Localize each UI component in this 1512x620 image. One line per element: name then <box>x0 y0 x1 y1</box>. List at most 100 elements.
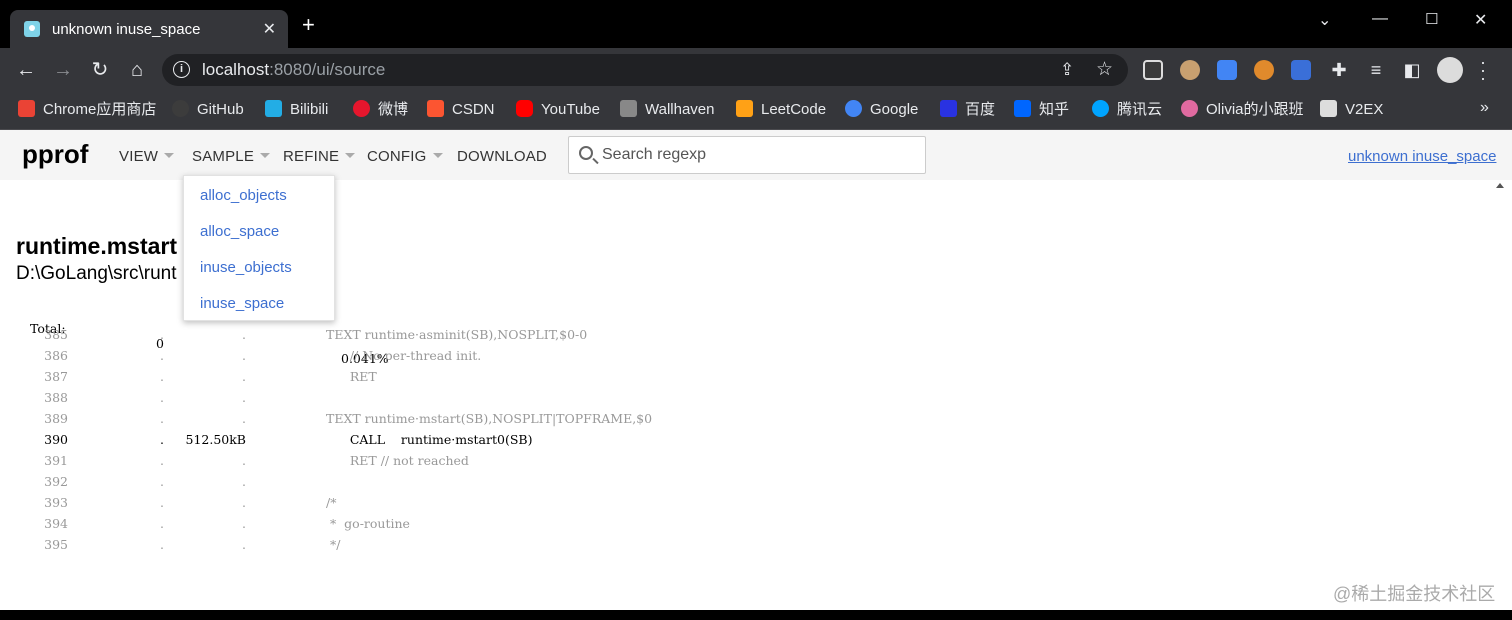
flat-value: . <box>160 516 164 531</box>
flat-value: . <box>160 495 164 510</box>
flat-value: . <box>160 390 164 405</box>
bookmark-label: 知乎 <box>1039 101 1070 118</box>
bookmark-zhihu[interactable]: 知乎 <box>1014 100 1069 120</box>
cum-value: . <box>242 537 246 552</box>
url-host: localhost <box>202 60 270 79</box>
profile-title-link[interactable]: unknown inuse_space <box>1348 148 1496 165</box>
extension-mask-icon[interactable] <box>1143 60 1163 80</box>
line-number: 394 <box>44 516 68 531</box>
watermark: @稀土掘金技术社区 <box>1333 584 1496 604</box>
close-tab-icon[interactable]: ✕ <box>263 19 276 39</box>
bookmark-baidu[interactable]: 百度 <box>940 100 995 120</box>
site-info-icon[interactable]: i <box>173 61 190 78</box>
share-icon[interactable]: ⇪ <box>1060 60 1074 80</box>
back-arrow-icon[interactable]: ← <box>14 59 38 81</box>
cum-value: . <box>242 516 246 531</box>
google-translate-icon[interactable] <box>1217 60 1237 80</box>
line-number: 385 <box>44 327 68 342</box>
tab-search-icon[interactable]: ⌄ <box>1318 10 1331 30</box>
pprof-logo[interactable]: pprof <box>22 139 88 170</box>
bookmark-csdn[interactable]: CSDN <box>427 100 495 120</box>
cum-value: . <box>242 474 246 489</box>
menu-sample[interactable]: SAMPLE <box>192 148 271 165</box>
bookmark-label: LeetCode <box>761 101 827 118</box>
cum-value: . <box>242 390 246 405</box>
url-text[interactable]: localhost:8080/ui/source <box>202 60 385 80</box>
extensions-puzzle-icon[interactable]: ✚ <box>1327 59 1351 81</box>
bookmark-weibo[interactable]: 微博 <box>353 100 408 120</box>
search-box[interactable] <box>568 136 926 174</box>
line-number: 395 <box>44 537 68 552</box>
bookmarks-overflow-icon[interactable]: » <box>1480 99 1489 117</box>
minimize-icon[interactable]: — <box>1372 10 1388 28</box>
flat-value: . <box>160 432 164 447</box>
pprof-header: pprof VIEW SAMPLE REFINE CONFIG DOWNLOAD… <box>0 130 1512 180</box>
bookmark-github[interactable]: GitHub <box>172 100 244 120</box>
file-path: D:\GoLang\src\runts <box>16 263 331 285</box>
tencent-cloud-icon <box>1092 100 1109 117</box>
browser-window: unknown inuse_space ✕ + ⌄ — ☐ ✕ ← → ↻ ⌂ … <box>0 0 1512 620</box>
line-number: 393 <box>44 495 68 510</box>
sample-option-alloc-objects[interactable]: alloc_objects <box>200 187 287 204</box>
sample-option-inuse-space[interactable]: inuse_space <box>200 295 284 312</box>
extension-globe-icon[interactable] <box>1254 60 1274 80</box>
maximize-icon[interactable]: ☐ <box>1425 10 1438 28</box>
bookmark-google[interactable]: Google <box>845 100 918 120</box>
sample-option-alloc-space[interactable]: alloc_space <box>200 223 279 240</box>
bookmark-leetcode[interactable]: LeetCode <box>736 100 826 120</box>
line-number: 391 <box>44 453 68 468</box>
menu-refine[interactable]: REFINE <box>283 148 356 165</box>
flat-value: . <box>160 411 164 426</box>
flat-value: . <box>160 453 164 468</box>
bilibili-icon <box>265 100 282 117</box>
more-menu-icon[interactable]: · · · <box>1478 53 1488 87</box>
home-icon[interactable]: ⌂ <box>125 59 149 81</box>
csdn-icon <box>427 100 444 117</box>
bookmark-label: CSDN <box>452 101 495 118</box>
bookmark-label: Google <box>870 101 919 118</box>
bookmark-chrome-store[interactable]: Chrome应用商店 <box>18 100 156 120</box>
weibo-icon <box>353 100 370 117</box>
baidu-icon <box>940 100 957 117</box>
scroll-up-arrow-icon[interactable] <box>1496 183 1504 188</box>
forward-arrow-icon[interactable]: → <box>51 59 75 81</box>
bookmark-wallhaven[interactable]: Wallhaven <box>620 100 714 120</box>
profile-avatar[interactable] <box>1437 57 1463 83</box>
bookmark-v2ex[interactable]: V2EX <box>1320 100 1383 120</box>
menu-config[interactable]: CONFIG <box>367 148 443 165</box>
extension-owl-icon[interactable] <box>1180 60 1200 80</box>
close-window-icon[interactable]: ✕ <box>1474 10 1487 30</box>
source-code: */ <box>326 537 341 552</box>
chrome-store-icon <box>18 100 35 117</box>
reload-icon[interactable]: ↻ <box>88 59 112 81</box>
search-input[interactable] <box>602 145 912 165</box>
cum-value: 512.50kB <box>185 432 247 447</box>
bookmarks-bar: Chrome应用商店 GitHub Bilibili 微博 CSDN YouTu… <box>0 92 1512 130</box>
file-path-head: D:\GoLang\src\runt <box>16 263 177 284</box>
menu-download[interactable]: DOWNLOAD <box>457 148 547 165</box>
address-bar[interactable]: i localhost:8080/ui/source ⇪ ☆ <box>162 54 1128 86</box>
bookmark-tencent-cloud[interactable]: 腾讯云 <box>1092 100 1162 120</box>
side-panel-icon[interactable]: ◧ <box>1400 59 1424 81</box>
bookmark-youtube[interactable]: YouTube <box>516 100 600 120</box>
sample-option-inuse-objects[interactable]: inuse_objects <box>200 259 292 276</box>
active-tab[interactable]: unknown inuse_space ✕ <box>10 10 288 48</box>
youtube-icon <box>516 100 533 117</box>
source-code: TEXT runtime·mstart(SB),NOSPLIT|TOPFRAME… <box>326 411 653 426</box>
caret-down-icon <box>432 153 443 158</box>
reading-list-icon[interactable]: ≡ <box>1364 59 1388 81</box>
sample-dropdown: alloc_objects alloc_space inuse_objects … <box>183 175 335 321</box>
menu-view[interactable]: VIEW <box>119 148 175 165</box>
bookmark-label: Chrome应用商店 <box>43 101 157 118</box>
pprof-page: pprof VIEW SAMPLE REFINE CONFIG DOWNLOAD… <box>0 130 1512 610</box>
bookmark-bilibili[interactable]: Bilibili <box>265 100 328 120</box>
bookmark-star-icon[interactable]: ☆ <box>1096 58 1113 81</box>
source-code: * go-routine <box>326 516 410 531</box>
bookmark-label: YouTube <box>541 101 600 118</box>
browser-toolbar: ← → ↻ ⌂ i localhost:8080/ui/source ⇪ ☆ ✚… <box>0 48 1512 92</box>
source-code: CALL runtime·mstart0(SB) <box>326 432 533 447</box>
bookmark-olivia[interactable]: Olivia的小跟班 <box>1181 100 1304 120</box>
flat-value: . <box>160 537 164 552</box>
extension-layers-icon[interactable] <box>1291 60 1311 80</box>
new-tab-icon[interactable]: + <box>302 14 315 36</box>
